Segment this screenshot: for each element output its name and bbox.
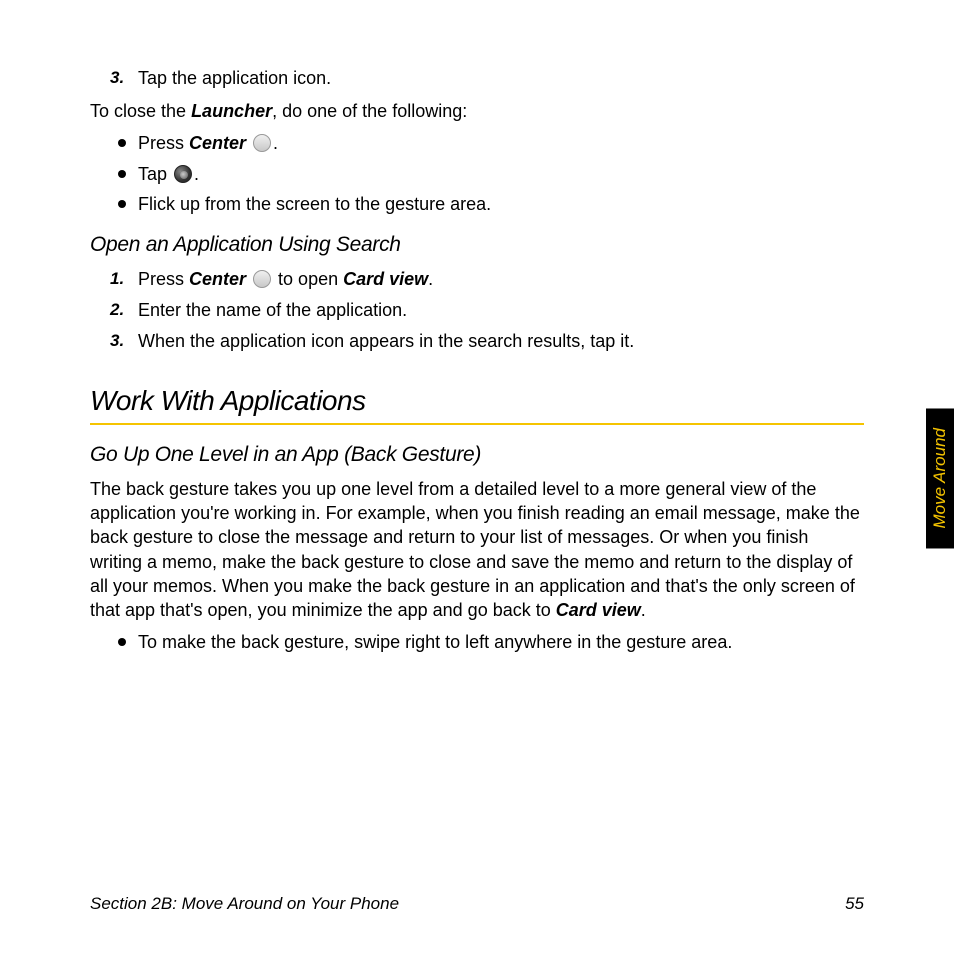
text: to open — [273, 269, 343, 289]
back-gesture-bullets: To make the back gesture, swipe right to… — [100, 630, 864, 655]
bullet-flick-up: Flick up from the screen to the gesture … — [138, 192, 864, 217]
section-tab: Move Around — [926, 408, 954, 548]
back-gesture-paragraph: The back gesture takes you up one level … — [90, 477, 864, 623]
close-launcher-bullets: Press Center . Tap . Flick up from the s… — [100, 131, 864, 217]
center-label: Center — [189, 269, 246, 289]
step-text: Tap the application icon. — [138, 68, 331, 88]
search-step-3: 3. When the application icon appears in … — [138, 329, 864, 354]
card-view-label: Card view — [556, 600, 641, 620]
text: Tap — [138, 164, 172, 184]
search-steps: 1. Press Center to open Card view. 2. En… — [100, 267, 864, 355]
page: 3. Tap the application icon. To close th… — [0, 0, 954, 954]
launcher-icon — [174, 165, 192, 183]
search-step-2: 2. Enter the name of the application. — [138, 298, 864, 323]
text: Flick up from the screen to the gesture … — [138, 194, 491, 214]
heading-rule — [90, 423, 864, 425]
bullet-back-gesture: To make the back gesture, swipe right to… — [138, 630, 864, 655]
text: To close the — [90, 101, 191, 121]
text: When the application icon appears in the… — [138, 331, 634, 351]
text: Press — [138, 133, 189, 153]
step-number: 1. — [110, 267, 124, 291]
text: Enter the name of the application. — [138, 300, 407, 320]
step-3: 3. Tap the application icon. — [138, 66, 864, 91]
text: Press — [138, 269, 189, 289]
bullet-tap-icon: Tap . — [138, 162, 864, 187]
text: , do one of the following: — [272, 101, 467, 121]
page-number: 55 — [845, 894, 864, 914]
bullet-press-center: Press Center . — [138, 131, 864, 156]
close-launcher-intro: To close the Launcher, do one of the fol… — [90, 99, 864, 123]
center-button-icon — [253, 270, 271, 288]
text: . — [273, 133, 278, 153]
heading-back-gesture: Go Up One Level in an App (Back Gesture) — [90, 443, 864, 467]
text: The back gesture takes you up one level … — [90, 479, 860, 620]
heading-work-with-applications: Work With Applications — [90, 385, 864, 417]
content-area: 3. Tap the application icon. To close th… — [90, 66, 864, 656]
center-button-icon — [253, 134, 271, 152]
text: . — [194, 164, 199, 184]
center-label: Center — [189, 133, 246, 153]
top-ordered-list: 3. Tap the application icon. — [100, 66, 864, 91]
step-number: 3. — [110, 66, 124, 90]
card-view-label: Card view — [343, 269, 428, 289]
footer-section-title: Section 2B: Move Around on Your Phone — [90, 894, 399, 914]
text: . — [641, 600, 646, 620]
text: To make the back gesture, swipe right to… — [138, 632, 732, 652]
page-footer: Section 2B: Move Around on Your Phone 55 — [90, 894, 864, 914]
launcher-label: Launcher — [191, 101, 272, 121]
step-number: 2. — [110, 298, 124, 322]
search-step-1: 1. Press Center to open Card view. — [138, 267, 864, 292]
step-number: 3. — [110, 329, 124, 353]
heading-open-app-search: Open an Application Using Search — [90, 233, 864, 257]
text: . — [428, 269, 433, 289]
